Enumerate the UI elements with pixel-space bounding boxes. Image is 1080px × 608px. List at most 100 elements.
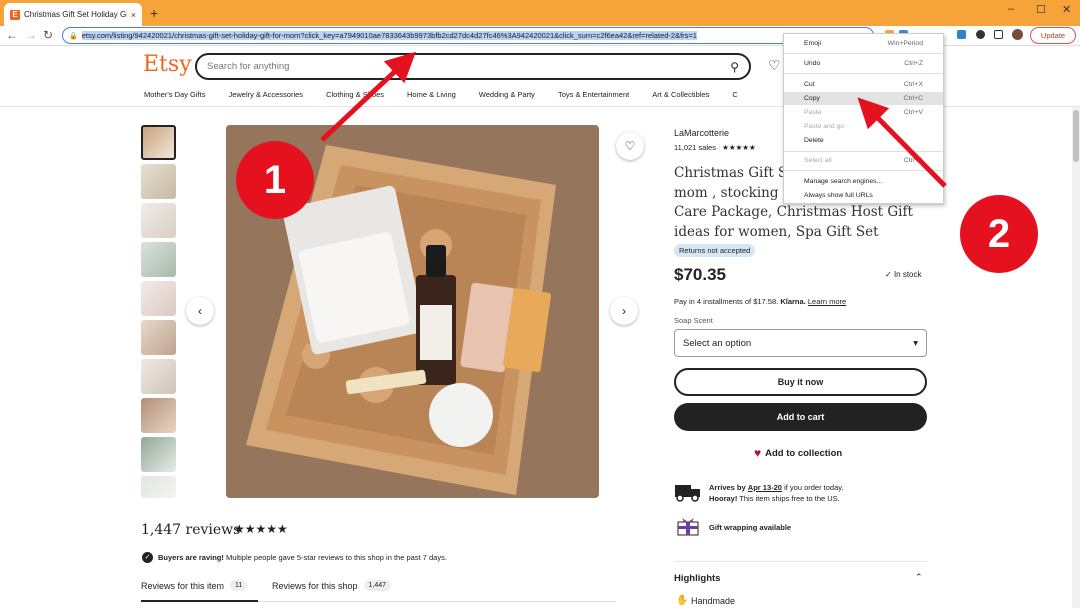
stock-text: In stock: [893, 270, 922, 279]
returns-badge: Returns not accepted: [674, 244, 756, 257]
close-window-icon[interactable]: ✕: [1062, 3, 1071, 16]
badge-icon: ✓: [142, 552, 153, 563]
maximize-icon[interactable]: ☐: [1036, 3, 1046, 16]
favorite-heart-icon[interactable]: ♡: [616, 132, 644, 160]
menu-shortcut: Ctrl+C: [903, 95, 923, 102]
active-tab-indicator: [141, 600, 258, 602]
menu-shortcut: Win+Period: [887, 40, 923, 47]
arrives-label: Arrives by: [709, 483, 746, 492]
nav-mothers-day[interactable]: Mother's Day Gifts: [144, 90, 205, 99]
address-bar[interactable]: 🔒 etsy.com/listing/942420021/christmas-g…: [62, 27, 874, 44]
tab-label: Reviews for this shop: [272, 580, 358, 591]
reload-icon[interactable]: ↻: [43, 28, 53, 42]
divider: [674, 561, 927, 562]
menu-item-select-all[interactable]: Select all Ctrl+A: [784, 154, 943, 167]
menu-item-paste[interactable]: Paste Ctrl+V: [784, 106, 943, 119]
menu-shortcut: Ctrl+Z: [904, 60, 923, 67]
thumbnail[interactable]: [141, 242, 176, 277]
menu-item-paste-and-go[interactable]: Paste and go: [784, 120, 943, 133]
favorites-heart-icon[interactable]: ♡: [768, 57, 781, 74]
tab-count: 11: [230, 580, 248, 591]
sales-text: 11,021 sales: [674, 143, 716, 152]
menu-item-show-full-urls[interactable]: Always show full URLs: [784, 189, 943, 202]
shop-name-link[interactable]: LaMarcotterie: [674, 128, 729, 138]
search-input[interactable]: [207, 61, 731, 72]
menu-item-copy[interactable]: Copy Ctrl+C: [784, 92, 943, 105]
thumbnail[interactable]: [141, 476, 176, 498]
tab-count: 1,447: [363, 580, 392, 591]
buy-now-button[interactable]: Buy it now: [674, 368, 927, 396]
menu-label: Always show full URLs: [804, 192, 873, 199]
menu-item-undo[interactable]: Undo Ctrl+Z: [784, 57, 943, 70]
thumbnail[interactable]: [141, 398, 176, 433]
etsy-favicon-icon: E: [10, 9, 20, 20]
delivery-info: Arrives by Apr 13-20 if you order today.…: [709, 482, 844, 504]
search-icon[interactable]: ⚲: [730, 60, 739, 74]
minimize-icon[interactable]: –: [1008, 3, 1014, 15]
gift-wrap-icon: [677, 518, 699, 536]
menu-shortcut: Ctrl+A: [903, 157, 923, 164]
menu-label: Select all: [804, 157, 832, 164]
menu-item-emoji[interactable]: Emoji Win+Period: [784, 37, 943, 50]
nav-wedding[interactable]: Wedding & Party: [479, 90, 535, 99]
menu-item-manage-search-engines[interactable]: Manage search engines...: [784, 175, 943, 188]
chevron-up-icon[interactable]: ⌃: [915, 572, 923, 583]
extensions-puzzle-icon[interactable]: [976, 30, 985, 39]
thumbnail[interactable]: [141, 281, 176, 316]
etsy-logo[interactable]: Etsy: [143, 52, 192, 77]
side-panel-icon[interactable]: [994, 30, 1003, 39]
highlights-header[interactable]: Highlights: [674, 573, 720, 584]
thumbnail[interactable]: [141, 203, 176, 238]
search-bar[interactable]: ⚲: [195, 53, 751, 80]
thumbnail[interactable]: [141, 320, 176, 355]
nav-toys[interactable]: Toys & Entertainment: [558, 90, 629, 99]
menu-item-delete[interactable]: Delete: [784, 134, 943, 147]
add-to-collection-button[interactable]: ♥ Add to collection: [754, 446, 842, 460]
arrives-date[interactable]: Apr 13-20: [748, 483, 782, 492]
price: $70.35: [674, 265, 726, 284]
reviews-title: 1,447 reviews: [141, 522, 241, 538]
browser-tab[interactable]: E Christmas Gift Set Holiday Gift fo ×: [4, 3, 142, 26]
menu-label: Paste: [804, 109, 822, 116]
nav-jewelry[interactable]: Jewelry & Accessories: [228, 90, 303, 99]
annotation-badge-1: 1: [236, 141, 314, 219]
tab-reviews-shop[interactable]: Reviews for this shop 1,447: [272, 580, 392, 591]
thumbnail[interactable]: [141, 359, 176, 394]
heart-filled-icon: ♥: [754, 446, 762, 460]
nav-more[interactable]: C: [732, 90, 737, 99]
new-tab-button[interactable]: +: [150, 5, 158, 21]
reviews-stars: ★★★★★: [234, 522, 288, 536]
category-nav: Mother's Day Gifts Jewelry & Accessories…: [144, 90, 761, 99]
scrollbar-track[interactable]: [1072, 107, 1080, 608]
url-text[interactable]: etsy.com/listing/942420021/christmas-gif…: [81, 31, 697, 40]
scrollbar-thumb[interactable]: [1073, 110, 1079, 162]
thumbnail[interactable]: [141, 437, 176, 472]
nav-art[interactable]: Art & Collectibles: [652, 90, 709, 99]
thumbnail[interactable]: [141, 125, 176, 160]
menu-shortcut: Ctrl+V: [903, 109, 923, 116]
menu-item-cut[interactable]: Cut Ctrl+X: [784, 78, 943, 91]
add-to-cart-button[interactable]: Add to cart: [674, 403, 927, 431]
dropdown-caret-icon: ▾: [913, 337, 918, 349]
profile-avatar[interactable]: [1012, 29, 1023, 40]
forward-icon[interactable]: →: [25, 28, 37, 42]
raving-bold: Buyers are raving!: [158, 553, 224, 562]
shop-rating-stars: ★★★★★: [722, 143, 756, 152]
menu-shortcut: Ctrl+X: [903, 81, 923, 88]
back-icon[interactable]: ←: [6, 28, 18, 42]
nav-home-living[interactable]: Home & Living: [407, 90, 456, 99]
raving-banner: ✓ Buyers are raving! Multiple people gav…: [142, 552, 447, 563]
scent-select[interactable]: Select an option ▾: [674, 329, 927, 357]
extension-icon[interactable]: [957, 30, 966, 39]
tab-reviews-item[interactable]: Reviews for this item 11: [141, 580, 248, 591]
learn-more-link[interactable]: Learn more: [808, 297, 846, 306]
menu-label: Manage search engines...: [804, 178, 883, 185]
update-button[interactable]: Update: [1030, 27, 1076, 44]
previous-image-chevron-icon[interactable]: ‹: [186, 297, 214, 325]
tab-close-icon[interactable]: ×: [131, 10, 136, 20]
nav-clothing[interactable]: Clothing & Shoes: [326, 90, 384, 99]
thumbnail[interactable]: [141, 164, 176, 199]
menu-separator: [784, 73, 943, 74]
context-menu: Emoji Win+Period Undo Ctrl+Z Cut Ctrl+X Cop…: [783, 33, 944, 204]
next-image-chevron-icon[interactable]: ›: [610, 297, 638, 325]
